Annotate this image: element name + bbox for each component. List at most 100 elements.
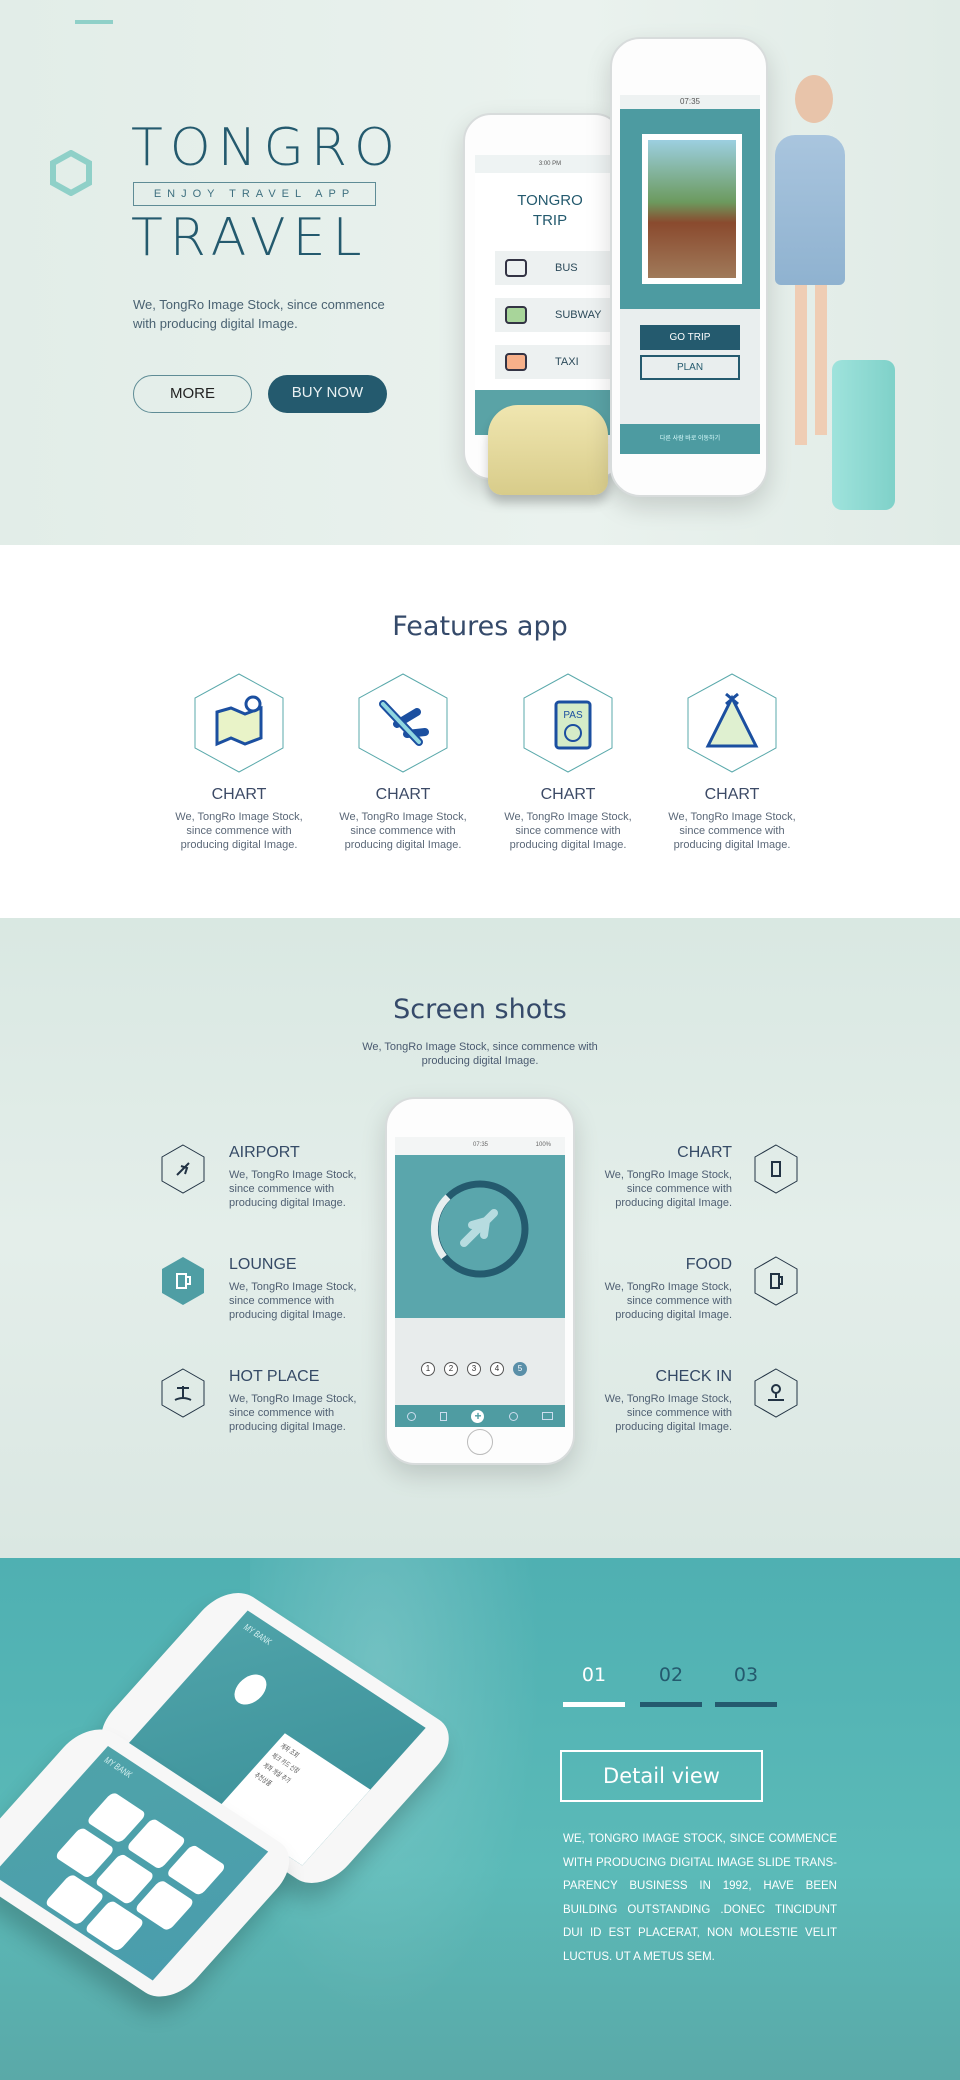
toy-taxi-image bbox=[488, 405, 608, 495]
home-button bbox=[467, 1429, 493, 1455]
document-icon[interactable] bbox=[440, 1411, 448, 1421]
item-title: LOUNGE bbox=[229, 1256, 297, 1273]
feature-item: CHART We, TongRo Image Stock, since comm… bbox=[169, 672, 309, 852]
phone-footer-text: 다른 사람 바로 이동하기 bbox=[659, 436, 721, 442]
phone-app-title: MY BANK bbox=[241, 1622, 275, 1647]
map-icon bbox=[194, 673, 284, 773]
item-description: We, TongRo Image Stock, since commence w… bbox=[604, 1393, 732, 1433]
detail-paragraph: We, TongRo Image Stock, since commence w… bbox=[563, 1833, 837, 1963]
phone-app-title: MY BANK bbox=[101, 1755, 135, 1780]
travel-photo bbox=[642, 134, 742, 284]
buy-now-button[interactable]: BUY NOW bbox=[268, 375, 387, 413]
features-title: Features app bbox=[392, 611, 568, 642]
more-button[interactable]: MORE bbox=[133, 375, 252, 413]
option-label: BUS bbox=[555, 262, 578, 274]
beer-icon bbox=[754, 1256, 798, 1306]
option-subway[interactable]: SUBWAY bbox=[495, 298, 625, 332]
location-pin-icon bbox=[754, 1368, 798, 1418]
passport-label: PAS bbox=[563, 710, 583, 721]
airplane-icon bbox=[358, 673, 448, 773]
status-time: 07:35 bbox=[473, 1142, 489, 1148]
feature-description: We, TongRo Image Stock, since commence w… bbox=[175, 811, 303, 851]
battery-level: 100% bbox=[535, 1142, 551, 1148]
feature-food: FOOD We, TongRo Image Stock, since commen… bbox=[592, 1256, 732, 1322]
phone-tab-bar: + bbox=[395, 1405, 565, 1427]
option-label: TAXI bbox=[555, 356, 579, 368]
airplane-progress-ring bbox=[430, 1180, 529, 1278]
item-title: CHART bbox=[677, 1144, 732, 1161]
item-description: We, TongRo Image Stock, since commence w… bbox=[229, 1393, 357, 1433]
feature-title: CHART bbox=[375, 786, 431, 803]
hero-title-top: TONGRO bbox=[131, 118, 402, 178]
luggage-icon bbox=[754, 1144, 798, 1194]
tab-03[interactable]: 03 bbox=[715, 1664, 777, 1686]
option-bus[interactable]: BUS bbox=[495, 251, 625, 285]
step-1[interactable]: 1 bbox=[421, 1362, 435, 1376]
phone-mockup-center: 07:35 100% 12345 + bbox=[385, 1097, 575, 1465]
tab-03-indicator bbox=[715, 1702, 777, 1707]
feature-item: CHART We, TongRo Image Stock, since comm… bbox=[662, 672, 802, 852]
user-avatar-icon bbox=[227, 1669, 274, 1710]
item-description: We, TongRo Image Stock, since commence w… bbox=[604, 1169, 732, 1209]
feature-hot-place: HOT PLACE We, TongRo Image Stock, since c… bbox=[229, 1368, 369, 1434]
feature-title: CHART bbox=[540, 786, 596, 803]
feature-description: We, TongRo Image Stock, since commence w… bbox=[339, 811, 467, 851]
feature-description: We, TongRo Image Stock, since commence w… bbox=[668, 811, 796, 851]
app-title: TONGRO bbox=[517, 192, 583, 209]
feature-airport: AIRPORT We, TongRo Image Stock, since com… bbox=[229, 1144, 369, 1210]
features-section: Features app CHART We, TongRo Image Stoc… bbox=[0, 545, 960, 918]
item-description: We, TongRo Image Stock, since commence w… bbox=[229, 1169, 357, 1209]
step-5[interactable]: 5 bbox=[513, 1362, 527, 1376]
feature-item: CHART We, TongRo Image Stock, since comm… bbox=[333, 672, 473, 852]
item-title: FOOD bbox=[685, 1256, 732, 1273]
go-trip-button[interactable]: GO TRIP bbox=[640, 325, 740, 350]
step-2[interactable]: 2 bbox=[444, 1362, 458, 1376]
mail-icon[interactable] bbox=[541, 1412, 553, 1420]
item-title: HOT PLACE bbox=[229, 1368, 320, 1385]
subway-icon bbox=[505, 306, 527, 324]
option-label: SUBWAY bbox=[555, 309, 602, 321]
tab-02[interactable]: 02 bbox=[640, 1664, 702, 1686]
airplane-icon bbox=[161, 1144, 205, 1194]
feature-title: CHART bbox=[211, 786, 267, 803]
screenshots-section: Screen shots We, TongRo Image Stock, sin… bbox=[0, 918, 960, 1558]
tab-01[interactable]: 01 bbox=[563, 1664, 625, 1686]
hero-title-bottom: TRAVEL bbox=[131, 208, 369, 268]
beer-icon bbox=[162, 1257, 204, 1305]
chart-pie-icon[interactable] bbox=[508, 1411, 518, 1421]
app-subtitle: TRIP bbox=[532, 212, 568, 229]
item-description: We, TongRo Image Stock, since commence w… bbox=[604, 1281, 732, 1321]
won-icon[interactable] bbox=[407, 1411, 417, 1421]
plan-button[interactable]: PLAN bbox=[640, 355, 740, 380]
item-title: CHECK IN bbox=[655, 1368, 732, 1385]
palm-island-icon bbox=[161, 1368, 205, 1418]
item-description: We, TongRo Image Stock, since commence w… bbox=[229, 1281, 357, 1321]
detail-view-button[interactable]: Detail view bbox=[560, 1750, 763, 1802]
woman-traveler-image bbox=[745, 75, 845, 495]
step-indicator: 12345 bbox=[421, 1362, 527, 1376]
status-time: 07:35 bbox=[620, 95, 760, 109]
tent-icon bbox=[687, 673, 777, 773]
status-time: 3:00 PM bbox=[475, 155, 625, 173]
feature-check-in: CHECK IN We, TongRo Image Stock, since co… bbox=[592, 1368, 732, 1434]
passport-icon: PAS bbox=[523, 673, 613, 773]
add-icon[interactable]: + bbox=[471, 1409, 485, 1423]
taxi-icon bbox=[505, 353, 527, 371]
step-3[interactable]: 3 bbox=[467, 1362, 481, 1376]
feature-lounge: LOUNGE We, TongRo Image Stock, since comm… bbox=[229, 1256, 369, 1322]
tab-02-indicator bbox=[640, 1702, 702, 1707]
screenshots-subtitle: We, TongRo Image Stock, since commence w… bbox=[362, 1041, 598, 1067]
decor-dash bbox=[75, 20, 113, 24]
hexagon-decor-icon bbox=[50, 150, 92, 196]
bus-icon bbox=[505, 259, 527, 277]
item-title: AIRPORT bbox=[229, 1144, 300, 1161]
hero-description: We, TongRo Image Stock, since commence w… bbox=[133, 297, 385, 331]
feature-chart: CHART We, TongRo Image Stock, since comme… bbox=[592, 1144, 732, 1210]
step-4[interactable]: 4 bbox=[490, 1362, 504, 1376]
feature-title: CHART bbox=[704, 786, 760, 803]
screenshots-title: Screen shots bbox=[393, 994, 567, 1025]
feature-description: We, TongRo Image Stock, since commence w… bbox=[504, 811, 632, 851]
feature-item: PAS CHART We, TongRo Image Stock, since … bbox=[498, 672, 638, 852]
option-taxi[interactable]: TAXI bbox=[495, 345, 625, 379]
tab-01-indicator bbox=[563, 1702, 625, 1707]
